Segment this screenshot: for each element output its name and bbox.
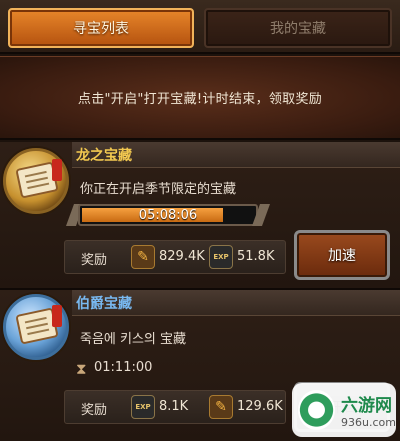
speed-up-button[interactable]: 加速 xyxy=(294,230,390,280)
tab-bar: 寻宝列表 我的宝藏 xyxy=(0,0,400,54)
reward-bar: 奖励 ✎ 829.4K EXP 51.8K xyxy=(64,240,286,274)
exp-icon: EXP xyxy=(209,245,233,269)
feather-icon: ✎ xyxy=(209,395,233,419)
scroll-medal-icon xyxy=(3,148,69,214)
countdown-timer: 05:08:06 xyxy=(138,208,198,223)
ribbon-icon xyxy=(52,305,62,327)
card-title: 龙之宝藏 xyxy=(76,148,132,164)
progress-bar: 05:08:06 xyxy=(78,204,258,226)
duration-text: 01:11:00 xyxy=(94,360,153,375)
reward-bar: 奖励 EXP 8.1K ✎ 129.6K xyxy=(64,390,286,424)
exp-icon: EXP xyxy=(131,395,155,419)
reward-value: 51.8K xyxy=(237,249,275,264)
ribbon-icon xyxy=(52,159,62,181)
scroll-medal-icon xyxy=(3,294,69,360)
feather-icon: ✎ xyxy=(131,245,155,269)
reward-label: 奖励 xyxy=(81,403,108,418)
tab-treasure-list[interactable]: 寻宝列表 xyxy=(8,8,194,48)
reward-value: 8.1K xyxy=(159,399,189,414)
notice-banner: 点击"开启"打开宝藏!计时结束，领取奖励 xyxy=(0,56,400,140)
card-description: 죽음에 키스의 宝藏 xyxy=(80,332,187,347)
watermark-name: 六游网 xyxy=(341,396,393,416)
watermark-url: 936u.com xyxy=(341,416,396,429)
hourglass-icon: ⧗ xyxy=(76,360,87,378)
reward-value: 829.4K xyxy=(159,249,205,264)
treasure-card-dragon: 龙之宝藏 你正在开启季节限定的宝藏 05:08:06 奖励 ✎ 829.4K E… xyxy=(0,142,400,290)
card-title: 伯爵宝藏 xyxy=(76,296,132,312)
tab-my-treasures[interactable]: 我的宝藏 xyxy=(204,8,392,48)
reward-label: 奖励 xyxy=(81,253,108,268)
notice-text: 点击"开启"打开宝藏!计时结束，领取奖励 xyxy=(77,92,323,107)
reward-value: 129.6K xyxy=(237,399,283,414)
site-logo-icon xyxy=(298,390,336,430)
card-description: 你正在开启季节限定的宝藏 xyxy=(80,182,237,197)
site-watermark: 六游网 936u.com xyxy=(292,383,396,437)
